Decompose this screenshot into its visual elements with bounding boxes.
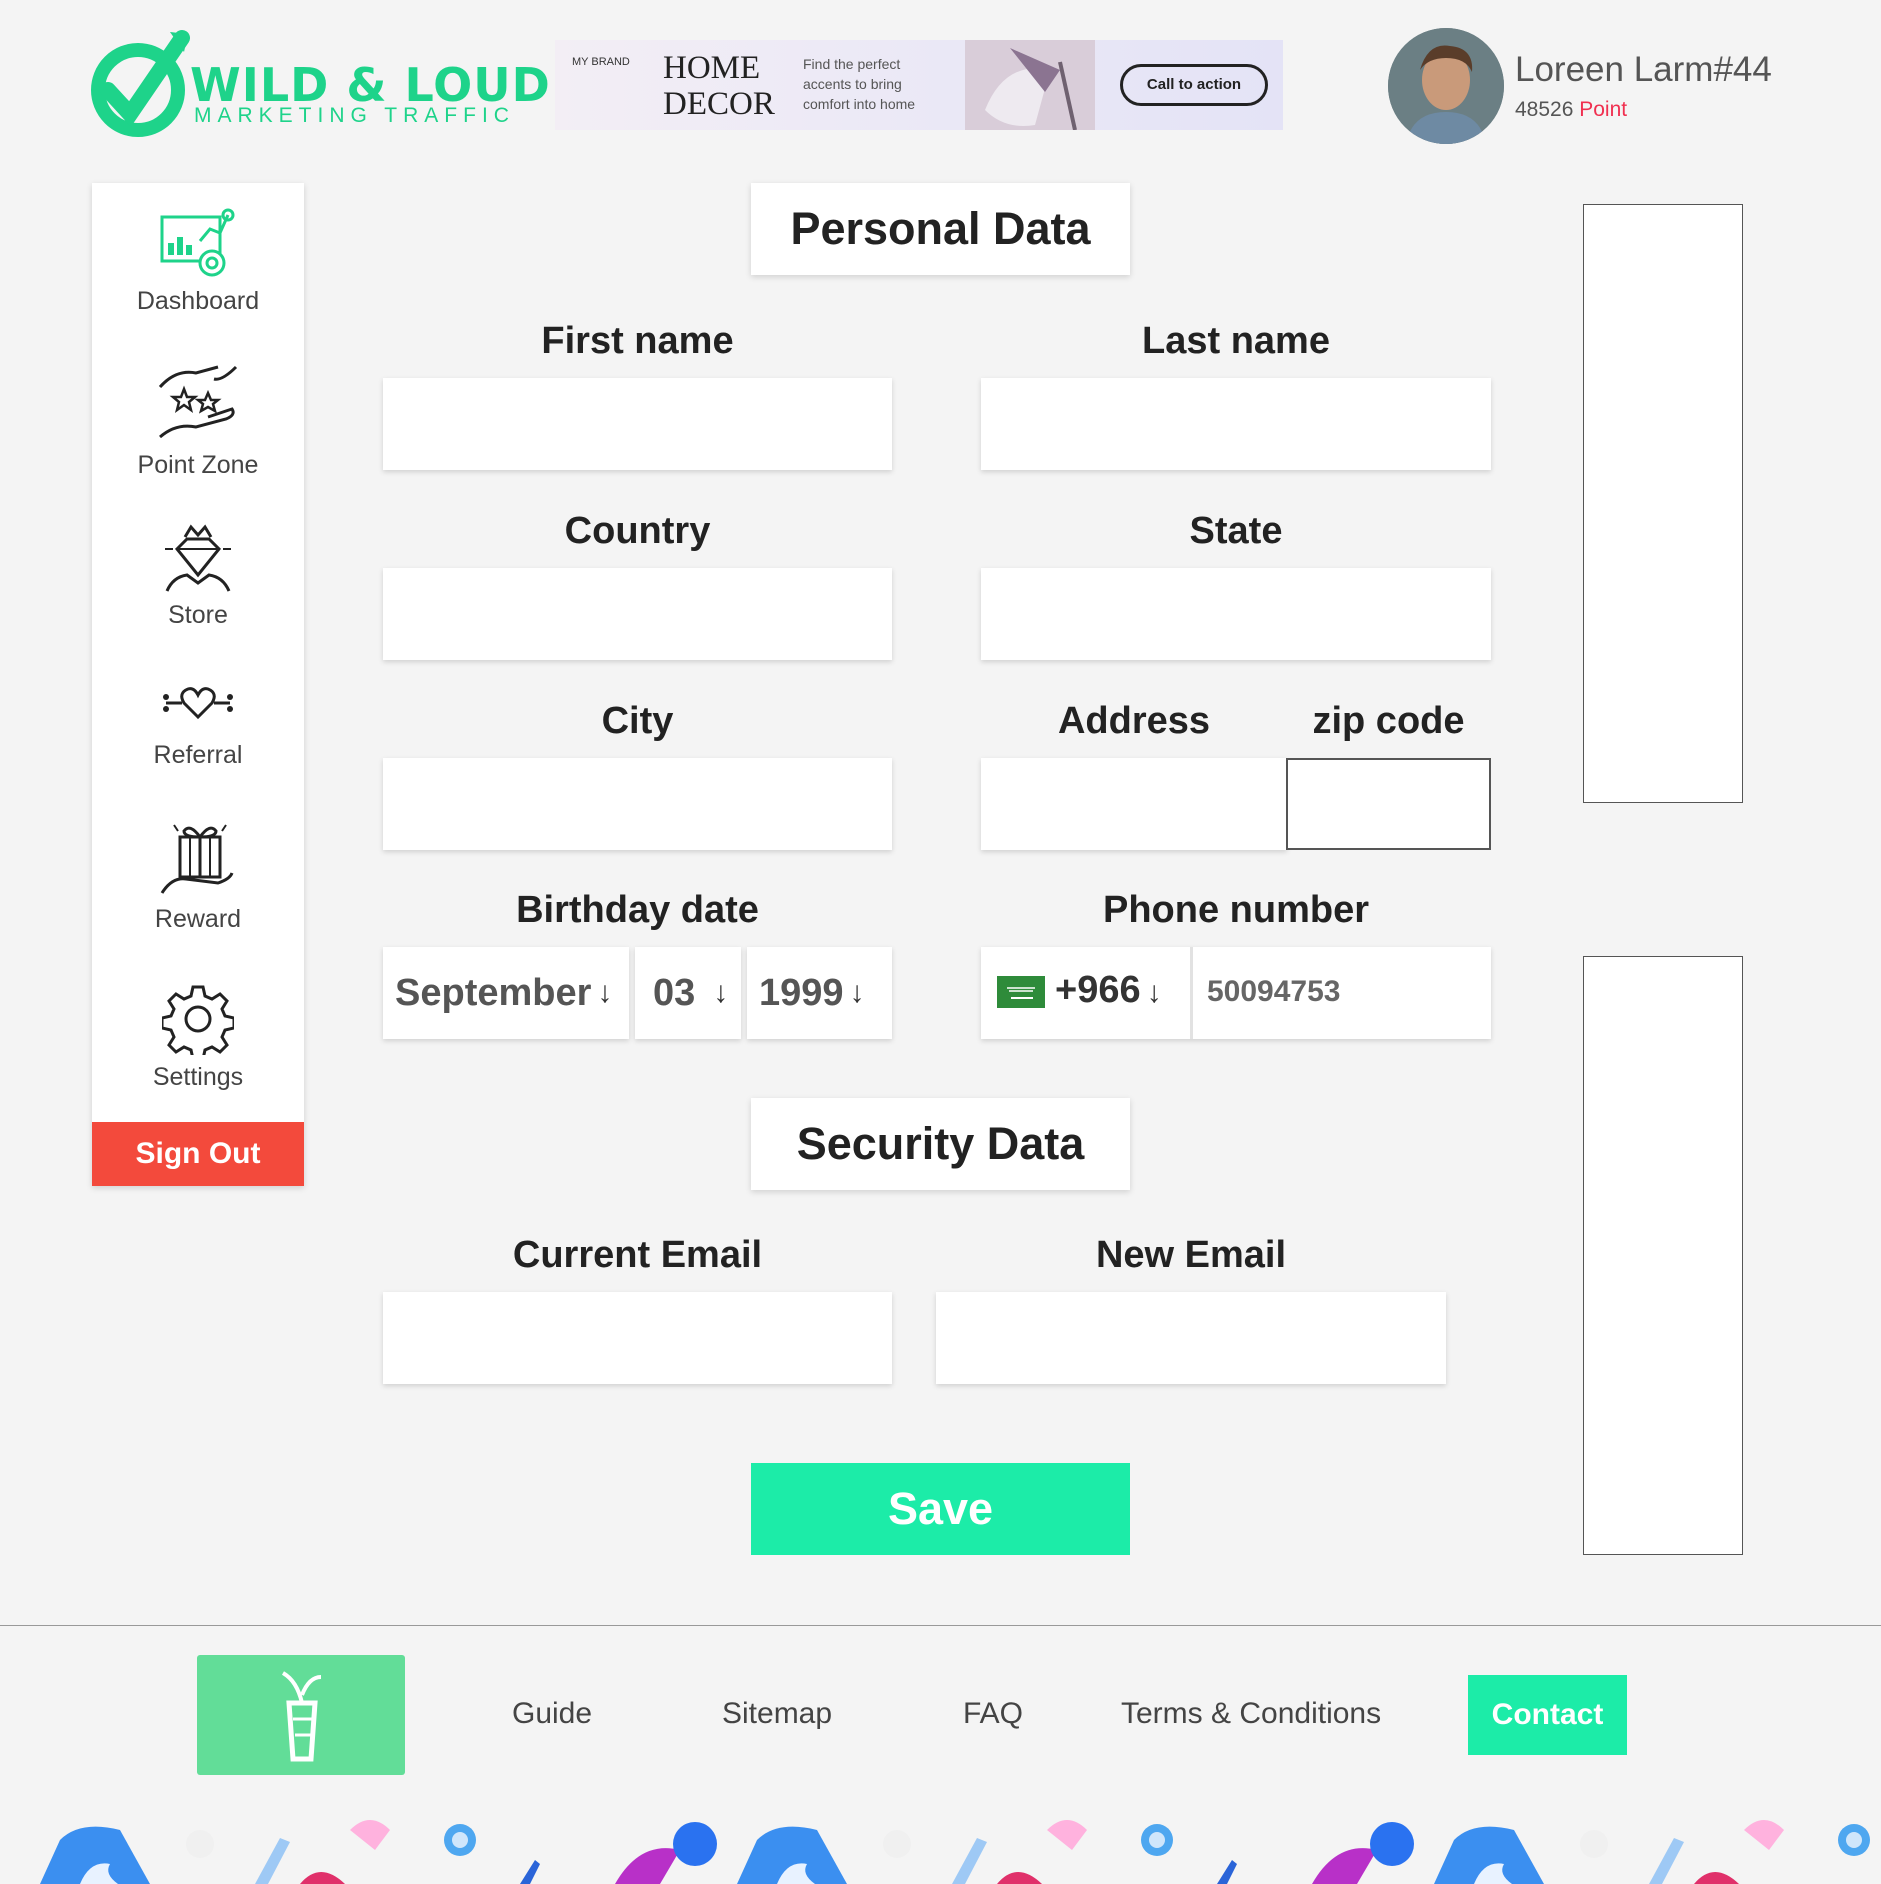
banner-title-line1: HOME bbox=[663, 50, 761, 86]
birthday-label: Birthday date bbox=[516, 889, 759, 931]
last-name-label: Last name bbox=[1142, 320, 1330, 362]
sidebar-item-reward[interactable]: Reward bbox=[92, 821, 304, 934]
sidebar-item-store[interactable]: Store bbox=[92, 523, 304, 630]
arrow-down-icon: ↓ bbox=[713, 976, 729, 1009]
state-label: State bbox=[1189, 510, 1283, 552]
gear-icon bbox=[162, 985, 234, 1055]
address-input[interactable] bbox=[981, 758, 1287, 850]
address-label: Address bbox=[1057, 700, 1211, 742]
current-email-label: Current Email bbox=[512, 1234, 763, 1276]
personal-data-title: Personal Data bbox=[751, 183, 1130, 275]
sidebar-item-label: Settings bbox=[152, 1063, 244, 1091]
state-input[interactable] bbox=[981, 568, 1491, 660]
plant-cup-icon bbox=[281, 1671, 322, 1762]
user-name: Loreen Larm#44 bbox=[1515, 50, 1772, 89]
phone-divider bbox=[1190, 947, 1193, 1039]
user-photo-icon bbox=[1388, 28, 1504, 144]
dial-code-value: +966 bbox=[1055, 969, 1141, 1011]
arrow-down-icon: ↓ bbox=[597, 976, 613, 1009]
zip-code-input[interactable] bbox=[1286, 758, 1491, 850]
heart-network-icon bbox=[163, 687, 233, 720]
footer-link-terms[interactable]: Terms & Conditions bbox=[1121, 1697, 1381, 1731]
arrow-down-icon: ↓ bbox=[1146, 976, 1162, 1009]
birth-month-value: September bbox=[395, 971, 592, 1014]
decorative-strip bbox=[0, 1800, 1881, 1884]
sidebar-item-point-zone[interactable]: Point Zone bbox=[92, 363, 304, 480]
brand-logo[interactable]: WILD & LOUD MARKETING TRAFFIC bbox=[90, 28, 550, 143]
user-points: 48526 Point bbox=[1515, 98, 1627, 122]
city-label: City bbox=[601, 700, 674, 742]
birth-day-value: 03 bbox=[653, 971, 696, 1014]
lamp-icon bbox=[965, 40, 1095, 130]
banner-tagline: Find the perfect accents to bring comfor… bbox=[803, 56, 916, 112]
city-input[interactable] bbox=[383, 758, 892, 850]
new-email-input[interactable] bbox=[936, 1292, 1446, 1384]
country-label: Country bbox=[564, 510, 711, 552]
banner-brand: MY BRAND bbox=[572, 56, 630, 68]
flag-emblem-icon bbox=[997, 976, 1045, 1008]
ad-slot-bottom[interactable] bbox=[1583, 956, 1743, 1555]
zip-code-label: zip code bbox=[1312, 700, 1465, 742]
footer-link-sitemap[interactable]: Sitemap bbox=[722, 1697, 832, 1731]
logo-tagline: MARKETING TRAFFIC bbox=[194, 104, 515, 127]
new-email-label: New Email bbox=[1095, 1234, 1287, 1276]
footer-link-guide[interactable]: Guide bbox=[512, 1697, 592, 1731]
current-email-input[interactable] bbox=[383, 1292, 892, 1384]
save-button[interactable]: Save bbox=[751, 1463, 1130, 1555]
banner-title-line2: DECOR bbox=[663, 86, 775, 122]
phone-number-input[interactable]: 50094753 bbox=[1207, 975, 1340, 1009]
ad-banner[interactable]: MY BRAND HOME DECOR Find the perfect acc… bbox=[555, 40, 1283, 130]
points-label: Point bbox=[1579, 98, 1628, 121]
diamond-crown-icon bbox=[165, 524, 231, 592]
footer-link-faq[interactable]: FAQ bbox=[963, 1697, 1023, 1731]
birth-year-select[interactable]: 1999 ↓ bbox=[747, 947, 892, 1039]
gift-hand-icon bbox=[160, 824, 234, 894]
phone-field: +966 ↓ 50094753 bbox=[981, 947, 1491, 1039]
sidebar-item-label: Reward bbox=[154, 905, 242, 933]
sidebar-item-label: Store bbox=[168, 601, 228, 629]
sidebar-item-label: Dashboard bbox=[136, 287, 260, 315]
points-value: 48526 bbox=[1515, 98, 1574, 121]
saudi-arabia-flag-icon bbox=[997, 976, 1045, 1008]
last-name-input[interactable] bbox=[981, 378, 1491, 470]
birth-year-value: 1999 bbox=[759, 971, 844, 1014]
banner-title: HOME DECOR bbox=[663, 50, 775, 122]
birth-day-select[interactable]: 03 ↓ bbox=[635, 947, 741, 1039]
arrow-down-icon: ↓ bbox=[849, 976, 865, 1009]
country-input[interactable] bbox=[383, 568, 892, 660]
sidebar-item-referral[interactable]: Referral bbox=[92, 683, 304, 770]
dial-code-select[interactable]: +966 ↓ bbox=[1055, 969, 1162, 1012]
security-data-title: Security Data bbox=[751, 1098, 1130, 1190]
ad-slot-top[interactable] bbox=[1583, 204, 1743, 803]
first-name-input[interactable] bbox=[383, 378, 892, 470]
social-icons-pattern-icon bbox=[40, 1812, 1881, 1884]
footer-divider bbox=[0, 1625, 1881, 1626]
hands-stars-icon bbox=[158, 365, 238, 439]
avatar[interactable] bbox=[1388, 28, 1504, 144]
sidebar-item-label: Referral bbox=[153, 741, 243, 769]
sidebar-item-label: Point Zone bbox=[137, 451, 259, 479]
footer-logo[interactable] bbox=[197, 1655, 405, 1775]
banner-cta-button[interactable]: Call to action bbox=[1120, 64, 1268, 106]
dashboard-chart-icon bbox=[160, 208, 235, 277]
sign-out-button[interactable]: Sign Out bbox=[92, 1122, 304, 1186]
sidebar-item-settings[interactable]: Settings bbox=[92, 983, 304, 1092]
sidebar-item-dashboard[interactable]: Dashboard bbox=[92, 207, 304, 316]
phone-label: Phone number bbox=[1102, 889, 1370, 931]
first-name-label: First name bbox=[541, 320, 734, 362]
logo-check-icon bbox=[91, 30, 190, 137]
sidebar: Dashboard Point Zone Store Referral Rewa… bbox=[92, 183, 304, 1186]
birth-month-select[interactable]: September ↓ bbox=[383, 947, 629, 1039]
contact-button[interactable]: Contact bbox=[1468, 1675, 1627, 1755]
